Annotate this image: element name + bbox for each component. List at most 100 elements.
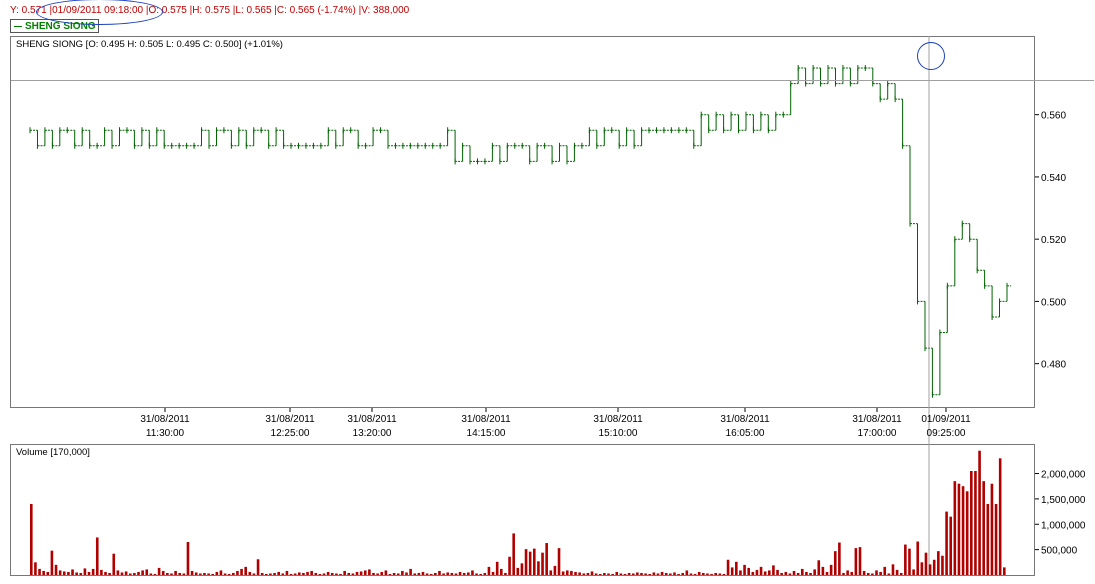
volume-bar: [516, 567, 520, 575]
volume-bar: [924, 552, 928, 575]
volume-bar: [306, 571, 309, 575]
volume-bar: [330, 572, 334, 575]
volume-bar: [982, 481, 985, 575]
volume-bar: [376, 573, 379, 575]
volume-bar: [706, 573, 709, 575]
volume-bar: [648, 573, 652, 575]
volume-bar: [149, 573, 153, 575]
price-y-tick-label: 0.520: [1041, 235, 1066, 246]
volume-bar: [438, 570, 441, 575]
annotation-circle-price: [917, 42, 945, 70]
x-tick-date: 31/08/2011: [720, 414, 770, 425]
volume-bar: [978, 450, 981, 575]
volume-bar: [326, 571, 330, 575]
volume-bar: [949, 516, 953, 575]
price-y-tick-label: 0.540: [1041, 173, 1066, 184]
volume-bar: [772, 565, 775, 575]
volume-bar: [842, 572, 845, 575]
x-tick-time: 13:20:00: [353, 428, 392, 439]
volume-bar: [895, 569, 899, 575]
volume-bar: [392, 572, 396, 575]
volume-bar: [116, 570, 120, 575]
volume-bar: [265, 573, 268, 575]
volume-bar: [598, 573, 602, 575]
volume-bar: [582, 573, 586, 575]
volume-bar: [495, 561, 499, 575]
volume-bar: [669, 573, 672, 575]
volume-bar: [965, 491, 969, 575]
volume-bar: [689, 573, 693, 575]
volume-bar: [916, 541, 920, 575]
volume-bar: [269, 573, 272, 575]
volume-bar: [372, 572, 375, 575]
volume-bar: [211, 573, 215, 575]
volume-bar: [520, 563, 524, 575]
volume-bar: [256, 559, 260, 575]
volume-bar: [838, 542, 841, 575]
volume-bar: [899, 572, 903, 575]
volume-bar: [673, 572, 676, 575]
volume-bar: [347, 572, 351, 575]
volume-bar: [611, 573, 614, 575]
volume-bar: [928, 564, 932, 575]
volume-bar: [244, 566, 247, 575]
volume-bar: [384, 570, 388, 575]
volume-bar: [289, 573, 293, 575]
volume-bar: [945, 511, 948, 575]
volume-bar: [471, 570, 474, 575]
price-line-steps: [30, 67, 1011, 396]
volume-bar: [124, 571, 128, 575]
volume-bar: [157, 567, 161, 575]
volume-bar: [652, 572, 656, 575]
volume-bar: [467, 572, 470, 575]
volume-bar: [91, 568, 95, 575]
volume-bar: [219, 570, 223, 575]
volume-bar: [30, 503, 33, 575]
volume-bar: [215, 571, 219, 575]
x-tick-date: 31/08/2011: [852, 414, 902, 425]
x-tick-date: 31/08/2011: [265, 414, 315, 425]
volume-bar: [293, 573, 297, 575]
volume-bar: [574, 571, 577, 575]
volume-bar: [351, 573, 355, 575]
volume-bar: [681, 572, 685, 575]
volume-bar: [714, 572, 717, 575]
volume-bar: [194, 572, 198, 575]
volume-bar: [767, 570, 771, 575]
volume-bar: [479, 573, 482, 575]
volume-bar: [623, 573, 627, 575]
volume-bar: [722, 573, 726, 575]
volume-bar: [186, 542, 190, 575]
volume-bar: [446, 572, 450, 575]
volume-bar: [87, 571, 91, 575]
volume-bar: [512, 533, 515, 575]
x-tick-time: 15:10:00: [599, 428, 638, 439]
volume-bar: [137, 571, 140, 575]
volume-bar: [937, 551, 940, 575]
volume-bar: [730, 567, 734, 575]
volume-bar: [297, 572, 301, 575]
volume-bar: [883, 566, 887, 575]
volume-bar: [95, 537, 99, 575]
volume-bar: [429, 573, 433, 575]
volume-bar: [120, 572, 124, 575]
volume-bar: [537, 561, 540, 575]
volume-bar: [549, 570, 553, 575]
volume-bar: [236, 570, 239, 575]
volume-bar: [557, 548, 561, 575]
volume-bar: [62, 571, 66, 575]
volume-bar: [813, 569, 816, 575]
volume-bar: [355, 571, 359, 575]
x-tick-time: 11:30:00: [146, 428, 185, 439]
volume-bar: [887, 573, 891, 575]
volume-bar: [747, 567, 750, 575]
volume-bar: [401, 570, 404, 575]
volume-bar: [524, 549, 528, 575]
volume-bar: [784, 571, 788, 575]
volume-bar: [34, 562, 37, 575]
price-y-tick-label: 0.500: [1041, 297, 1066, 308]
volume-bar: [627, 572, 631, 575]
volume-bar: [800, 568, 804, 575]
volume-y-tick-label: 2,000,000: [1041, 470, 1086, 481]
volume-bar: [504, 572, 507, 575]
